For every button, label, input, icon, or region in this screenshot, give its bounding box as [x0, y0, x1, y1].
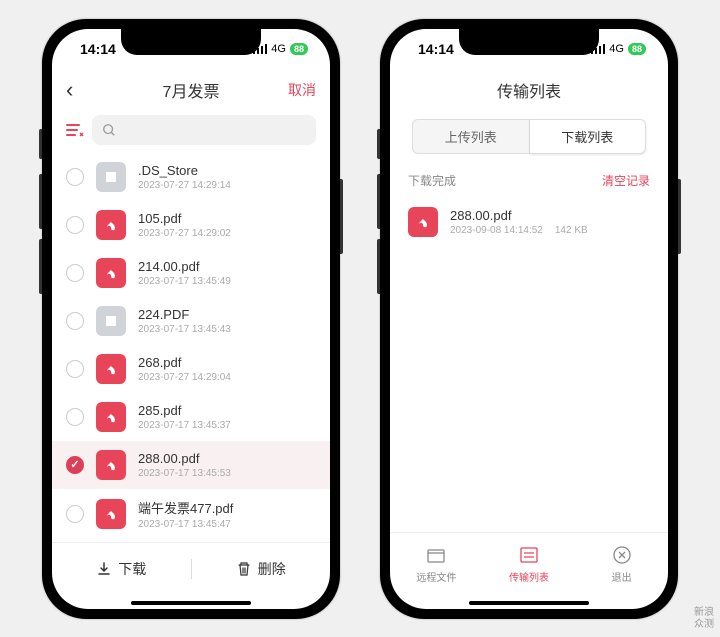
select-radio[interactable] [66, 360, 84, 378]
folder-icon [425, 544, 447, 566]
nav-bar: ‹ 7月发票 取消 [52, 69, 330, 111]
file-date: 2023-07-27 14:29:02 [138, 228, 316, 239]
file-icon [96, 162, 126, 192]
pdf-icon [96, 402, 126, 432]
file-list: .DS_Store 2023-07-27 14:29:14 105.pdf 2023-… [52, 153, 330, 542]
file-icon [96, 306, 126, 336]
file-date: 2023-07-17 13:45:43 [138, 324, 316, 335]
phone-left: 14:14 4G 88 ‹ 7月发票 取消 .DS_Store 2023-07-2… [42, 19, 340, 619]
tab-upload[interactable]: 上传列表 [412, 119, 530, 154]
file-row[interactable]: 285.pdf 2023-07-17 13:45:37 [52, 393, 330, 441]
file-name: 268.pdf [138, 355, 316, 370]
file-date: 2023-07-17 13:45:49 [138, 276, 316, 287]
file-date: 2023-07-27 14:29:14 [138, 180, 316, 191]
nav-remote-files[interactable]: 远程文件 [390, 533, 483, 596]
file-row[interactable]: 224.PDF 2023-07-17 13:45:43 [52, 297, 330, 345]
action-bar: 下载 删除 [52, 542, 330, 596]
page-title: 7月发票 [163, 78, 220, 102]
file-name: 285.pdf [138, 403, 316, 418]
watermark: 新浪 众测 [694, 607, 714, 631]
trash-icon [236, 561, 252, 577]
battery-icon: 88 [628, 43, 646, 55]
select-radio[interactable] [66, 312, 84, 330]
home-indicator[interactable] [469, 601, 589, 605]
pdf-icon [408, 207, 438, 237]
close-circle-icon [611, 544, 633, 566]
file-row[interactable]: 105.pdf 2023-07-27 14:29:02 [52, 201, 330, 249]
select-radio[interactable] [66, 168, 84, 186]
file-date: 2023-07-27 14:29:04 [138, 372, 316, 383]
pdf-icon [96, 450, 126, 480]
file-name: .DS_Store [138, 163, 316, 178]
list-icon [518, 544, 540, 566]
pdf-icon [96, 499, 126, 529]
search-input[interactable] [92, 115, 316, 145]
file-meta: 2023-09-08 14:14:52142 KB [450, 225, 650, 236]
cancel-button[interactable]: 取消 [288, 80, 316, 100]
file-row[interactable]: 268.pdf 2023-07-27 14:29:04 [52, 345, 330, 393]
status-time: 14:14 [418, 41, 454, 57]
file-date: 2023-07-17 13:45:47 [138, 519, 316, 530]
file-date: 2023-07-17 13:45:53 [138, 468, 316, 479]
select-radio[interactable] [66, 216, 84, 234]
home-indicator[interactable] [131, 601, 251, 605]
filter-icon[interactable] [66, 123, 84, 137]
file-name: 288.00.pdf [450, 208, 650, 223]
file-row[interactable]: 288.00.pdf 2023-07-17 13:45:53 [52, 441, 330, 489]
bottom-nav: 远程文件 传输列表 退出 [390, 532, 668, 596]
transfer-row[interactable]: 288.00.pdf 2023-09-08 14:14:52142 KB [390, 197, 668, 247]
file-name: 214.00.pdf [138, 259, 316, 274]
select-radio[interactable] [66, 408, 84, 426]
tab-download[interactable]: 下载列表 [530, 119, 647, 154]
nav-transfer-list[interactable]: 传输列表 [483, 533, 576, 596]
file-name: 端午发票477.pdf [138, 498, 316, 517]
network-label: 4G [609, 43, 624, 55]
page-title: 传输列表 [497, 78, 561, 102]
pdf-icon [96, 354, 126, 384]
nav-bar: 传输列表 [390, 69, 668, 111]
file-row[interactable]: .DS_Store 2023-07-27 14:29:14 [52, 153, 330, 201]
nav-exit[interactable]: 退出 [575, 533, 668, 596]
file-row[interactable]: 端午发票477.pdf 2023-07-17 13:45:47 [52, 489, 330, 539]
file-date: 2023-07-17 13:45:37 [138, 420, 316, 431]
back-button[interactable]: ‹ [66, 77, 73, 103]
status-time: 14:14 [80, 41, 116, 57]
file-name: 224.PDF [138, 307, 316, 322]
select-radio[interactable] [66, 264, 84, 282]
pdf-icon [96, 258, 126, 288]
file-name: 105.pdf [138, 211, 316, 226]
select-radio[interactable] [66, 456, 84, 474]
download-button[interactable]: 下载 [52, 559, 191, 579]
section-title: 下载完成 [408, 172, 456, 189]
pdf-icon [96, 210, 126, 240]
download-icon [96, 561, 112, 577]
battery-icon: 88 [290, 43, 308, 55]
clear-history-button[interactable]: 清空记录 [602, 172, 650, 189]
search-icon [102, 123, 116, 137]
file-row[interactable]: 214.00.pdf 2023-07-17 13:45:49 [52, 249, 330, 297]
phone-right: 14:14 4G 88 传输列表 上传列表 下载列表 下载完成 清空记录 288… [380, 19, 678, 619]
file-name: 288.00.pdf [138, 451, 316, 466]
network-label: 4G [271, 43, 286, 55]
tab-bar: 上传列表 下载列表 [390, 111, 668, 162]
transfer-list: 288.00.pdf 2023-09-08 14:14:52142 KB [390, 197, 668, 532]
delete-button[interactable]: 删除 [192, 559, 331, 579]
select-radio[interactable] [66, 505, 84, 523]
